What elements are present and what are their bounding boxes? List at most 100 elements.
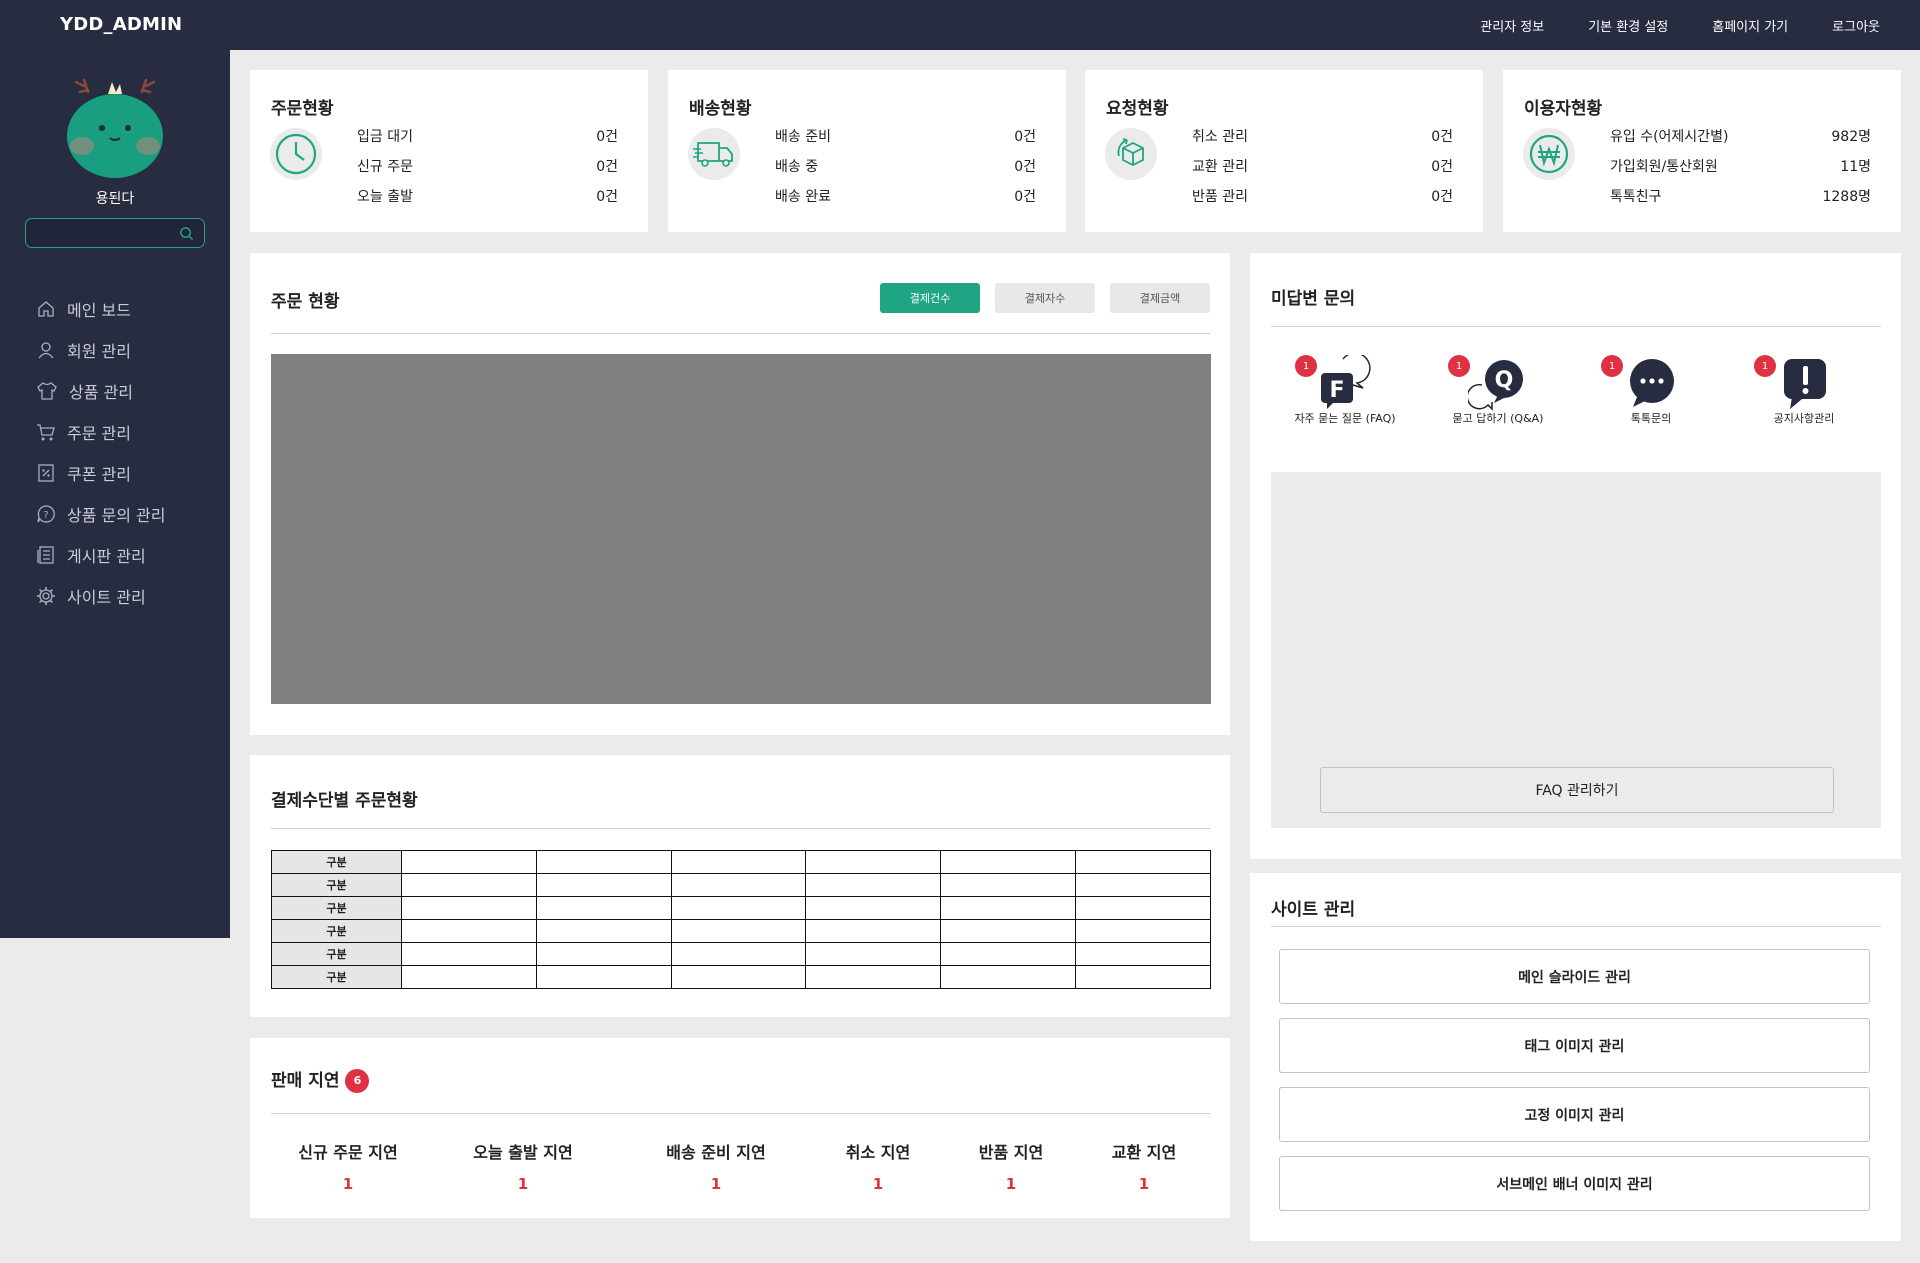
delay-label: 교환 지연 (1111, 1143, 1177, 1162)
stat-value: 0건 (1431, 159, 1453, 175)
tab-payer-count[interactable]: 결제자수 (995, 283, 1095, 313)
stat-label: 교환 관리 (1192, 159, 1248, 175)
delay-item-new-order[interactable]: 신규 주문 지연 1 (298, 1139, 397, 1193)
nav-homepage[interactable]: 홈페이지 가기 (1712, 16, 1788, 35)
delay-item-exchange[interactable]: 교환 지연 1 (1112, 1139, 1176, 1193)
fixed-image-manage-button[interactable]: 고정 이미지 관리 (1279, 1087, 1870, 1142)
stat-row[interactable]: 교환 관리 0건 (1192, 156, 1453, 186)
table-cell (670, 850, 807, 874)
stat-row[interactable]: 반품 관리 0건 (1192, 186, 1453, 216)
stat-row[interactable]: 취소 관리 0건 (1192, 126, 1453, 156)
sidebar-item-main-board[interactable]: 메인 보드 (36, 288, 166, 329)
table-cell (670, 873, 807, 897)
sidebar-item-board[interactable]: 게시판 관리 (36, 534, 166, 575)
delay-label: 오늘 출발 지연 (473, 1143, 573, 1162)
search-icon[interactable] (179, 226, 194, 241)
table-cell (670, 919, 807, 943)
table-cell (535, 850, 672, 874)
qna-bubble-icon: Q (1466, 360, 1523, 411)
table-cell (401, 896, 537, 920)
stat-row[interactable]: 톡톡친구 1288명 (1610, 186, 1871, 216)
tag-image-manage-button[interactable]: 태그 이미지 관리 (1279, 1018, 1870, 1073)
main-slide-manage-button[interactable]: 메인 슬라이드 관리 (1279, 949, 1870, 1004)
panel-title-text: 판매 지연 (271, 1071, 340, 1091)
delay-item-return[interactable]: 반품 지연 1 (979, 1139, 1043, 1193)
top-nav: 관리자 정보 기본 환경 설정 홈페이지 가기 로그아웃 (1480, 16, 1880, 35)
row-header: 구분 (271, 873, 402, 897)
table-row: 구분 (271, 919, 1211, 943)
table-cell (805, 850, 942, 874)
payment-method-panel: 결제수단별 주문현황 구분 구분 구분 구분 구분 구분 (250, 755, 1230, 1017)
table-cell (401, 850, 537, 874)
stat-row[interactable]: 배송 준비 0건 (775, 126, 1036, 156)
inquiry-badge: 1 (1601, 355, 1623, 377)
stat-label: 배송 완료 (775, 189, 831, 205)
stat-row[interactable]: 배송 완료 0건 (775, 186, 1036, 216)
nav-admin-info[interactable]: 관리자 정보 (1480, 16, 1544, 35)
delay-item-today-ship[interactable]: 오늘 출발 지연 1 (473, 1139, 572, 1193)
order-status-panel: 주문 현황 결제건수 결제자수 결제금액 (250, 253, 1230, 735)
stat-title: 주문현황 (271, 99, 334, 119)
sidebar-item-label: 상품 문의 관리 (67, 505, 166, 525)
table-row: 구분 (271, 850, 1211, 874)
inquiry-notice[interactable]: 1 공지사항관리 (1724, 355, 1884, 426)
tab-payment-amount[interactable]: 결제금액 (1110, 283, 1210, 313)
notice-bubble-icon (1784, 359, 1826, 409)
table-cell (805, 942, 942, 966)
stat-value: 0건 (596, 189, 618, 205)
stat-value: 0건 (1431, 189, 1453, 205)
delay-value: 1 (872, 1175, 884, 1193)
stat-label: 신규 주문 (357, 159, 413, 175)
sidebar-item-label: 상품 관리 (69, 382, 133, 402)
sidebar-item-coupons[interactable]: 쿠폰 관리 (36, 452, 166, 493)
svg-text:F: F (1329, 378, 1344, 403)
table-cell (1075, 965, 1211, 989)
stat-row[interactable]: 배송 중 0건 (775, 156, 1036, 186)
brand-logo[interactable]: YDD_ADMIN (60, 14, 182, 35)
stat-row[interactable]: 가입회원/통산회원 11명 (1610, 156, 1871, 186)
stat-row[interactable]: 신규 주문 0건 (357, 156, 618, 186)
dragon-avatar (67, 78, 163, 178)
stat-rows: 취소 관리 0건 교환 관리 0건 반품 관리 0건 (1192, 126, 1453, 216)
inquiry-faq[interactable]: 1 F 자주 묻는 질문 (FAQ) (1265, 352, 1425, 426)
stat-card-requests: 요청현황 취소 관리 0건 교환 관리 0건 반품 관리 0건 (1085, 70, 1483, 232)
stat-label: 가입회원/통산회원 (1610, 159, 1718, 175)
delay-item-cancel[interactable]: 취소 지연 1 (846, 1139, 910, 1193)
inquiry-content-area: FAQ 관리하기 (1271, 472, 1881, 828)
clock-icon (270, 128, 322, 180)
inquiry-qna[interactable]: 1 Q 묻고 답하기 (Q&A) (1418, 355, 1578, 426)
tab-payment-count[interactable]: 결제건수 (880, 283, 980, 313)
table-cell (1075, 896, 1211, 920)
stat-label: 입금 대기 (357, 129, 413, 145)
sidebar-item-product-inquiry[interactable]: ? 상품 문의 관리 (36, 493, 166, 534)
sidebar-item-products[interactable]: 상품 관리 (36, 370, 166, 411)
stat-row[interactable]: 오늘 출발 0건 (357, 186, 618, 216)
nav-settings[interactable]: 기본 환경 설정 (1588, 16, 1668, 35)
stat-row[interactable]: 유입 수(어제시간별) 982명 (1610, 126, 1871, 156)
faq-manage-button[interactable]: FAQ 관리하기 (1320, 767, 1834, 813)
sidebar-item-members[interactable]: 회원 관리 (36, 329, 166, 370)
divider (271, 1113, 1210, 1114)
gear-icon (37, 586, 55, 605)
stat-card-orders: 주문현황 입금 대기 0건 신규 주문 0건 오늘 출발 0건 (250, 70, 648, 232)
table-cell (940, 965, 1077, 989)
nav-logout[interactable]: 로그아웃 (1832, 16, 1880, 35)
submain-banner-manage-button[interactable]: 서브메인 배너 이미지 관리 (1279, 1156, 1870, 1211)
table-cell (535, 896, 672, 920)
delay-item-prep[interactable]: 배송 준비 지연 1 (666, 1139, 765, 1193)
stat-row[interactable]: 입금 대기 0건 (357, 126, 618, 156)
svg-text:Q: Q (1495, 368, 1514, 393)
sidebar-item-site[interactable]: 사이트 관리 (36, 575, 166, 616)
stat-value: 0건 (596, 129, 618, 145)
search-input[interactable] (34, 224, 174, 242)
admin-nickname: 용된다 (95, 191, 135, 207)
truck-icon (688, 128, 740, 180)
sidebar-item-label: 사이트 관리 (67, 587, 146, 607)
question-icon: ? (37, 504, 55, 523)
top-bar: YDD_ADMIN 관리자 정보 기본 환경 설정 홈페이지 가기 로그아웃 (0, 0, 1920, 50)
panel-title: 결제수단별 주문현황 (271, 791, 418, 811)
divider (271, 333, 1210, 334)
inquiry-talk[interactable]: 1 톡톡문의 (1571, 355, 1731, 426)
table-cell (1075, 942, 1211, 966)
sidebar-item-orders[interactable]: 주문 관리 (36, 411, 166, 452)
